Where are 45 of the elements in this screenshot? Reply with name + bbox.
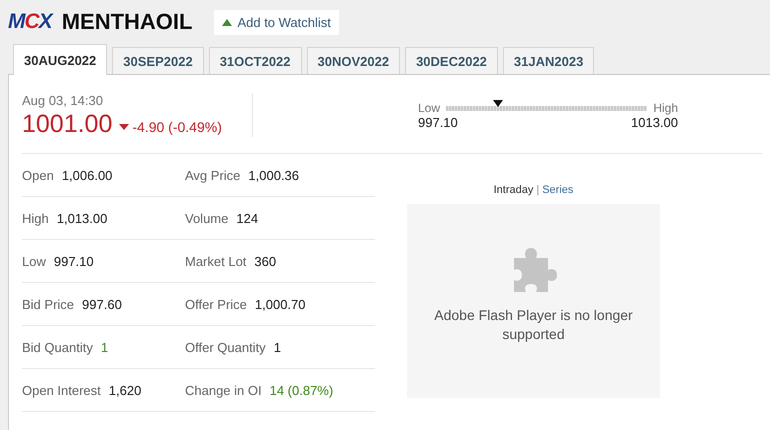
range-label: High xyxy=(653,101,678,115)
stat-value: 997.10 xyxy=(54,254,94,268)
stat-value: 14 (0.87%) xyxy=(270,382,334,398)
stat-label: Offer Quantity xyxy=(185,340,266,354)
stat-value: 1,013.00 xyxy=(56,210,108,226)
stat-value: 1,000.70 xyxy=(254,296,306,312)
stat-label: Change in OI xyxy=(185,382,262,398)
symbol-title: MENTHAOIL xyxy=(62,9,192,35)
stat-label: Low xyxy=(22,254,46,268)
stat-label: Open xyxy=(22,168,54,182)
stat-label: Offer Price xyxy=(185,296,247,312)
stat-value: 1,006.00 xyxy=(62,168,112,182)
stat-value: 1,620 xyxy=(108,382,142,398)
plugin-message: Adobe Flash Player is no longer supported xyxy=(433,306,634,344)
expiry-tab[interactable]: 30NOV2022 xyxy=(306,47,400,74)
expiry-tab[interactable]: 31JAN2023 xyxy=(502,47,594,74)
chart-tab[interactable]: Intraday xyxy=(494,184,534,196)
range-value: 1013.00 xyxy=(631,115,678,130)
stat-label: Bid Price xyxy=(22,296,74,312)
separator: | xyxy=(536,184,540,196)
chart-tab[interactable]: Series xyxy=(542,184,574,196)
timestamp: Aug 03, 14:30 xyxy=(22,93,104,108)
stat-value: 997.60 xyxy=(82,296,122,312)
price-change: -4.90 (-0.49%) xyxy=(132,118,222,134)
stat-label: Avg Price xyxy=(185,168,240,182)
logo: MCX xyxy=(8,10,52,34)
triangle-icon xyxy=(222,18,232,26)
stat-label: Volume xyxy=(185,210,228,226)
stat-value: 1 xyxy=(100,340,108,354)
stat-label: Market Lot xyxy=(185,254,246,268)
expiry-tab[interactable]: 30AUG2022 xyxy=(13,44,108,75)
stat-label: High xyxy=(22,210,49,226)
add-to-watchlist-button[interactable]: Add to Watchlist xyxy=(214,10,339,34)
stat-value: 1 xyxy=(274,340,281,354)
stat-value: 124 xyxy=(236,210,258,226)
expiry-tab[interactable]: 30SEP2022 xyxy=(112,47,204,74)
stat-label: Open Interest xyxy=(22,382,101,398)
stat-label: Bid Quantity xyxy=(22,340,93,354)
range-value: 997.10 xyxy=(418,115,458,130)
expiry-tab[interactable]: 31OCT2022 xyxy=(208,47,302,74)
expiry-tab[interactable]: 30DEC2022 xyxy=(405,47,498,74)
stat-value: 360 xyxy=(254,254,276,268)
stat-value: 1,000.36 xyxy=(248,168,300,182)
price: 1001.00 xyxy=(22,110,112,139)
range-label: Low xyxy=(418,101,440,115)
